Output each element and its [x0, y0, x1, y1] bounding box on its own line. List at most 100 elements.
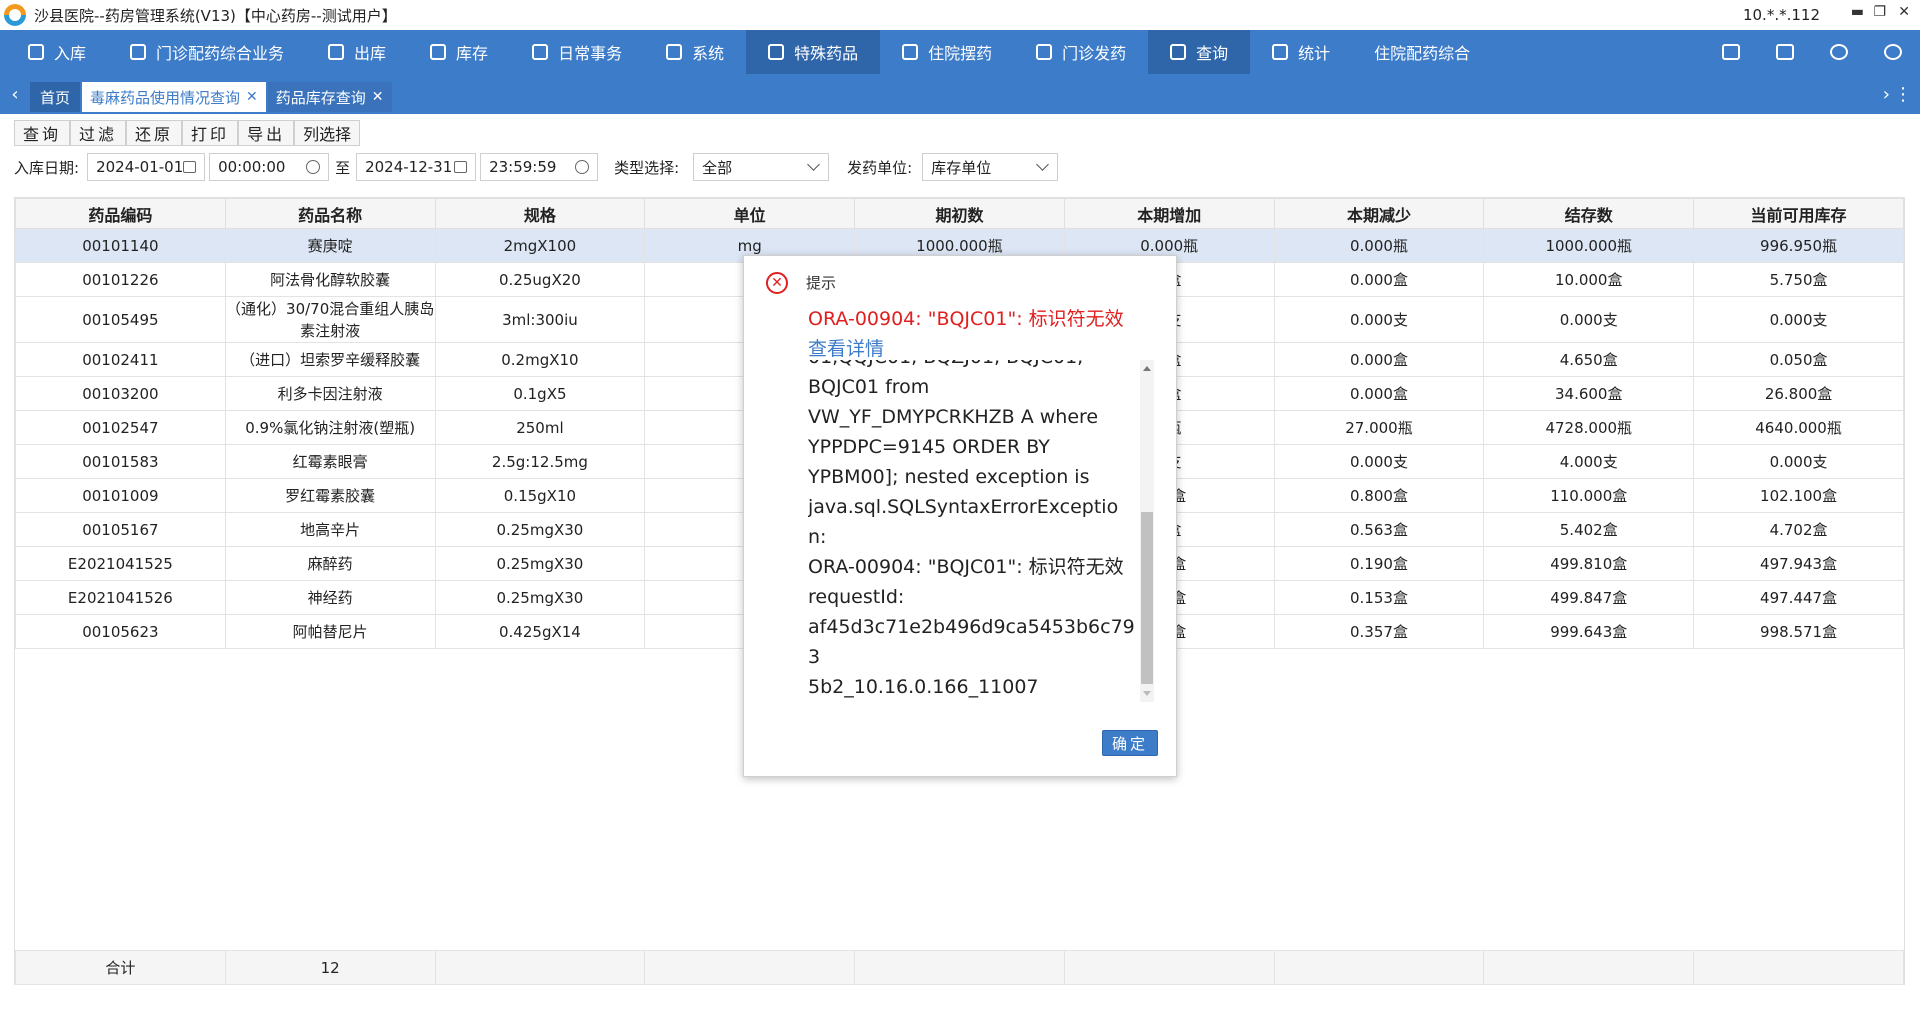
menu-inbound[interactable]: 入库	[0, 30, 108, 74]
menu-special-drugs[interactable]: 特殊药品	[746, 30, 881, 74]
total-cell	[644, 950, 856, 985]
clipboard-button[interactable]	[1758, 30, 1812, 74]
table-cell: 10.000盒	[1483, 262, 1695, 297]
end-time-field[interactable]: 23:59:59	[480, 153, 599, 181]
scrollbar[interactable]	[1140, 360, 1154, 702]
outbound-icon	[328, 44, 345, 60]
menu-stock[interactable]: 库存	[408, 30, 510, 74]
table-cell: 0.000支	[1693, 444, 1904, 479]
minimize-icon[interactable]: ▬	[1851, 4, 1864, 20]
monitor-icon	[1722, 44, 1740, 60]
calendar-icon[interactable]	[454, 161, 468, 173]
table-cell: 0.9%氯化钠注射液(塑瓶)	[224, 410, 436, 445]
app-logo-icon	[4, 4, 26, 26]
col-header[interactable]: 结存数	[1483, 198, 1695, 229]
table-cell: 102.100盒	[1693, 478, 1904, 513]
table-cell: 0.563盒	[1273, 512, 1485, 547]
menu-outbound[interactable]: 出库	[306, 30, 408, 74]
tab-scroll-left-icon[interactable]: ‹	[0, 84, 30, 105]
table-cell: 00101140	[15, 228, 226, 263]
error-icon: ✕	[766, 272, 788, 294]
col-header[interactable]: 药品编码	[15, 198, 226, 229]
ip-address: 10.*.*.112	[1742, 6, 1820, 24]
tab-label: 首页	[40, 88, 71, 107]
menu-label: 日常事务	[558, 44, 623, 63]
col-header[interactable]: 本期增加	[1063, 198, 1275, 229]
table-cell: E2021041525	[15, 546, 226, 581]
reset-button[interactable]: 还原	[126, 120, 183, 146]
calendar-icon[interactable]	[183, 161, 197, 173]
tab-label: 药品库存查询	[275, 88, 366, 107]
clock-icon[interactable]	[575, 160, 590, 174]
print-button[interactable]: 打印	[182, 120, 239, 146]
table-cell: 0.190盒	[1273, 546, 1485, 581]
export-button[interactable]: 导出	[238, 120, 295, 146]
tab-home[interactable]: 首页	[30, 82, 81, 112]
menu-statistics[interactable]: 统计	[1250, 30, 1352, 74]
table-cell: 0.357盒	[1273, 614, 1485, 649]
scroll-up-icon[interactable]	[1143, 366, 1151, 371]
table-cell: 神经药	[224, 580, 436, 615]
table-cell: E2021041526	[15, 580, 226, 615]
chevron-down-icon	[1036, 158, 1050, 171]
table-cell: 0.25mgX30	[434, 546, 646, 581]
total-cell	[434, 950, 646, 985]
table-cell: 00102411	[15, 342, 226, 377]
query-icon	[1170, 44, 1187, 60]
tab-scroll-right-icon[interactable]: ›	[1883, 84, 1890, 105]
table-cell: 地高辛片	[224, 512, 436, 547]
close-icon[interactable]: ✕	[1898, 4, 1910, 20]
menu-outpatient-dispense[interactable]: 门诊发药	[1014, 30, 1148, 74]
main-menu: 入库 门诊配药综合业务 出库 库存 日常事务 系统 特殊药品 住院摆药 门诊发药…	[0, 30, 1920, 74]
ok-button[interactable]: 确定	[1102, 730, 1158, 756]
monitor-button[interactable]	[1704, 30, 1758, 74]
menu-outpatient-dispensing[interactable]: 门诊配药综合业务	[108, 30, 306, 74]
col-header[interactable]: 当前可用库存	[1693, 198, 1904, 229]
view-details-link[interactable]: 查看详情	[808, 334, 884, 361]
clock-icon[interactable]	[306, 160, 321, 174]
unit-value: 库存单位	[931, 158, 992, 177]
dialog-title: 提示	[806, 274, 837, 292]
scroll-thumb[interactable]	[1141, 512, 1153, 684]
start-date-field[interactable]: 2024-01-01	[87, 153, 206, 181]
col-header[interactable]: 本期减少	[1273, 198, 1485, 229]
menu-query[interactable]: 查询	[1148, 30, 1251, 74]
filter-button[interactable]: 过滤	[70, 120, 127, 146]
menu-inpatient-dispensing[interactable]: 住院配药综合	[1352, 30, 1492, 74]
query-button[interactable]: 查询	[14, 120, 71, 146]
start-time-field[interactable]: 00:00:00	[209, 153, 330, 181]
more-icon[interactable]: ⋮	[1894, 84, 1912, 105]
user-button[interactable]	[1812, 30, 1866, 74]
table-cell: 0.1gX5	[434, 376, 646, 411]
menu-label: 入库	[54, 44, 87, 63]
table-cell: 00103200	[15, 376, 226, 411]
filter-row: 入库日期: 2024-01-01 00:00:00 至 2024-12-31 2…	[14, 152, 1059, 182]
close-icon[interactable]: ✕	[246, 89, 258, 105]
type-select[interactable]: 全部	[693, 153, 830, 181]
tab-drug-stock[interactable]: 药品库存查询 ✕	[267, 82, 392, 112]
settings-button[interactable]	[1866, 30, 1920, 74]
col-header[interactable]: 规格	[434, 198, 646, 229]
start-time-value: 00:00:00	[218, 158, 286, 176]
restore-icon[interactable]: ❐	[1873, 4, 1886, 20]
menu-system[interactable]: 系统	[644, 30, 746, 74]
col-header[interactable]: 期初数	[854, 198, 1065, 229]
menu-inpatient[interactable]: 住院摆药	[880, 30, 1014, 74]
col-header[interactable]: 药品名称	[224, 198, 436, 229]
unit-select[interactable]: 库存单位	[922, 153, 1059, 181]
col-header[interactable]: 单位	[644, 198, 856, 229]
tab-narcotic-usage[interactable]: 毒麻药品使用情况查询 ✕	[82, 82, 266, 112]
table-cell: 499.810盒	[1483, 546, 1695, 581]
error-detail-scroll[interactable]: 01,QQJC01, BQZJ01, BQJC01, BQJC01 from V…	[808, 360, 1136, 702]
table-cell: 4.650盒	[1483, 342, 1695, 377]
scroll-down-icon[interactable]	[1143, 691, 1151, 696]
close-icon[interactable]: ✕	[372, 89, 384, 105]
total-cell	[1483, 950, 1695, 985]
menu-label: 住院摆药	[928, 44, 993, 63]
end-date-field[interactable]: 2024-12-31	[356, 153, 477, 181]
end-time-value: 23:59:59	[489, 158, 557, 176]
outpatient-icon	[130, 44, 147, 60]
column-select-button[interactable]: 列选择	[294, 120, 361, 146]
table-cell: 4728.000瓶	[1483, 410, 1695, 445]
menu-daily[interactable]: 日常事务	[510, 30, 644, 74]
